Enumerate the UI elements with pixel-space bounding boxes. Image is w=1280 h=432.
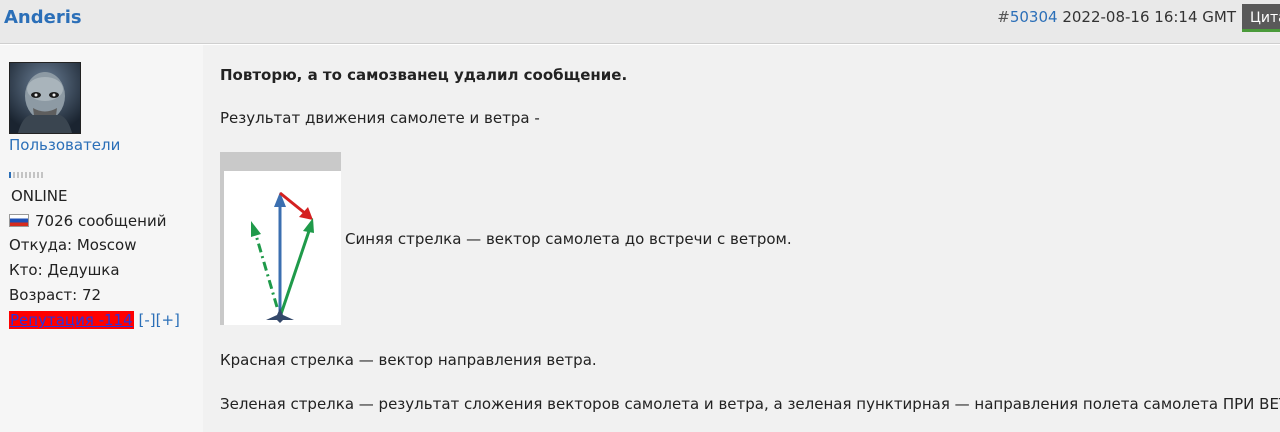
post-id-link[interactable]: 50304 — [1010, 8, 1058, 26]
post-header: Anderis #50304 2022-08-16 16:14 GMT Цита… — [0, 0, 1280, 44]
message-count-text: 7026 сообщений — [35, 212, 167, 230]
author-name[interactable]: Anderis — [4, 7, 82, 28]
caption-green-arrow: Зеленая стрелка — результат сложения век… — [220, 395, 1280, 413]
avatar[interactable] — [9, 62, 81, 134]
user-sidebar: Пользователи ONLINE 7026 сообщений Откуд… — [0, 45, 203, 432]
post-line-result: Результат движения самолете и ветра - — [220, 109, 540, 127]
green-dashed-arrow-shaft — [254, 234, 279, 308]
caption-blue-arrow: Синяя стрелка — вектор самолета до встре… — [345, 230, 792, 248]
caption-red-arrow: Красная стрелка — вектор направления вет… — [220, 351, 597, 369]
quote-button[interactable]: Цитата — [1242, 4, 1280, 32]
online-status: ONLINE — [11, 187, 68, 205]
user-title: Кто: Дедушка — [9, 261, 120, 279]
vector-diagram-image[interactable] — [220, 152, 341, 325]
user-group-link[interactable]: Пользователи — [9, 136, 120, 154]
reputation-plus-link[interactable]: [+] — [156, 311, 180, 329]
user-group: Пользователи — [9, 136, 120, 154]
post-content: Повторю, а то самозванец удалил сообщени… — [203, 45, 1280, 432]
message-count: 7026 сообщений — [9, 212, 166, 230]
green-arrow-head — [303, 218, 314, 233]
reputation-minus-link[interactable]: [-] — [138, 311, 155, 329]
post-datetime: 2022-08-16 16:14 GMT — [1062, 8, 1236, 26]
airplane-icon — [266, 308, 294, 323]
reputation-row: Репутация -114 [-][+] — [9, 311, 180, 329]
user-location: Откуда: Moscow — [9, 236, 137, 254]
green-dashed-arrow-head — [251, 221, 261, 237]
post-intro: Повторю, а то самозванец удалил сообщени… — [220, 66, 628, 84]
russia-flag-icon — [9, 214, 29, 227]
post-hash: # — [997, 8, 1010, 26]
post-meta: #50304 2022-08-16 16:14 GMT — [997, 8, 1236, 26]
user-age: Возраст: 72 — [9, 286, 102, 304]
reputation-badge[interactable]: Репутация -114 — [9, 311, 134, 329]
green-arrow-shaft — [278, 230, 311, 318]
vector-diagram-canvas — [224, 171, 341, 325]
activity-bar — [9, 172, 43, 178]
avatar-image — [10, 63, 80, 133]
vector-diagram — [251, 191, 314, 323]
